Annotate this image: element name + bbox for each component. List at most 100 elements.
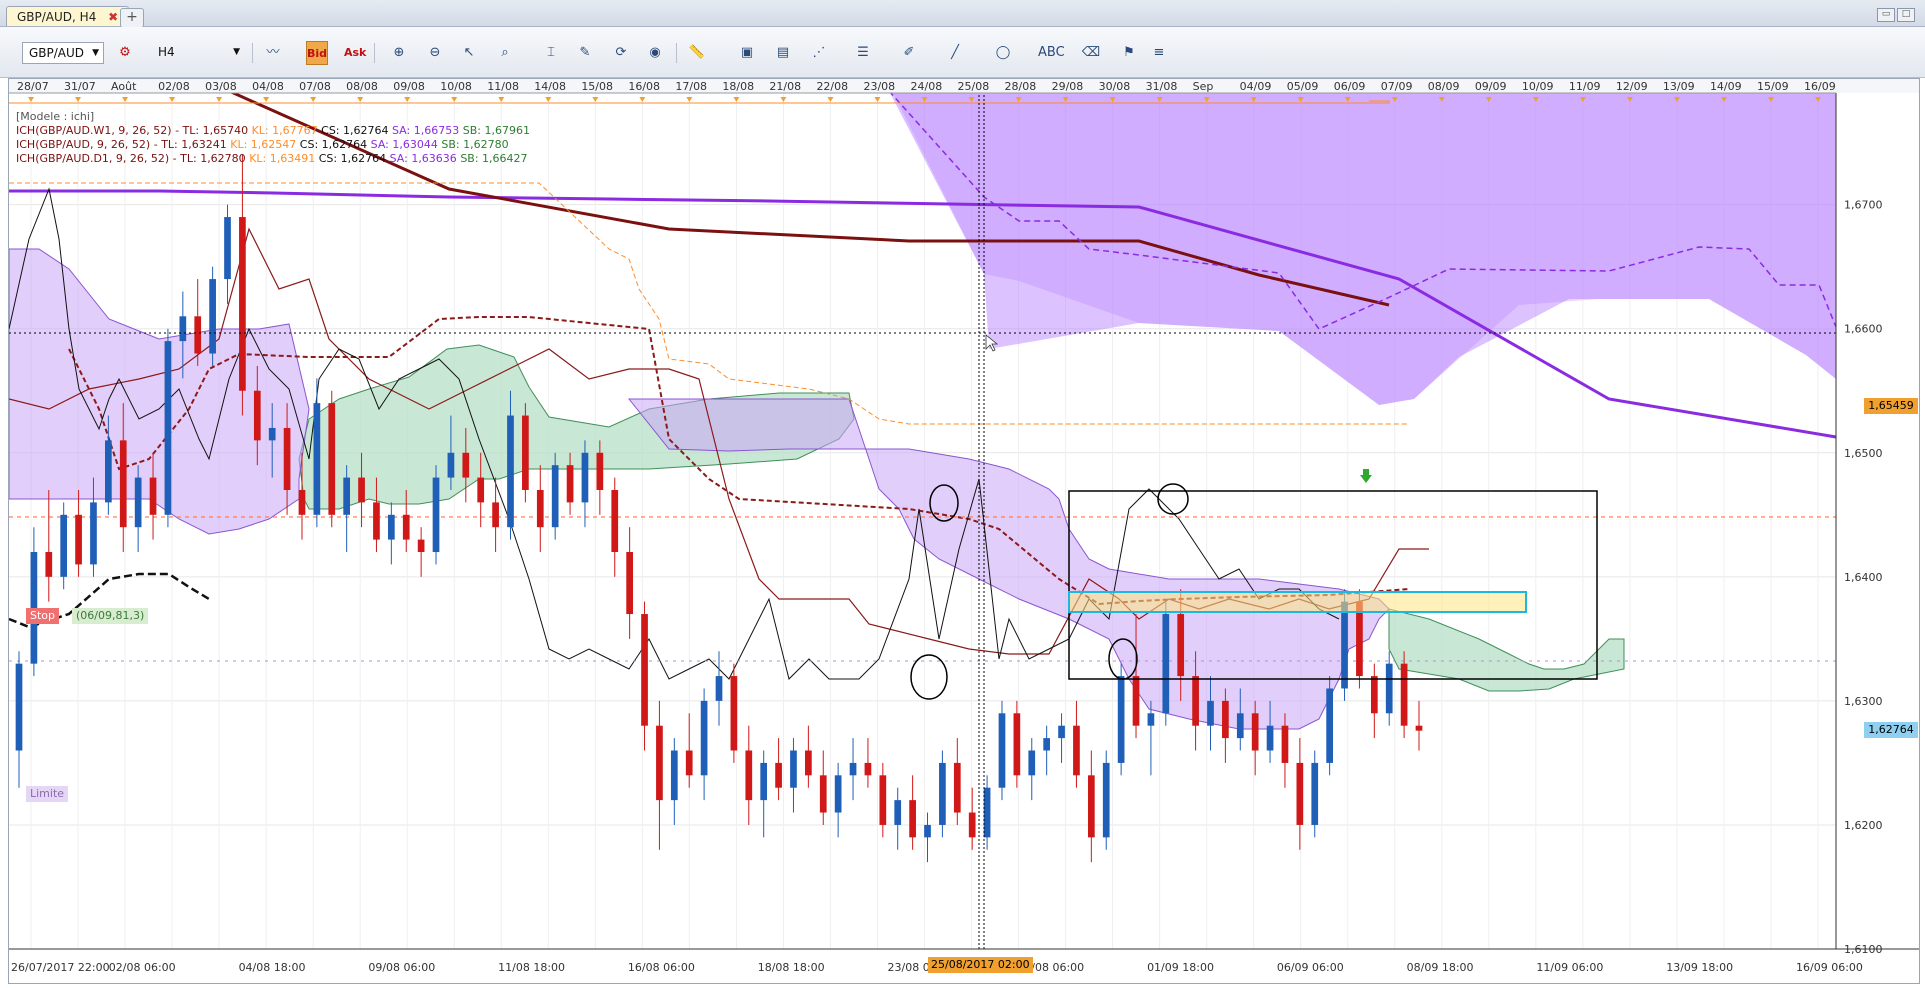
x-top-label: 09/09 [1475,80,1507,93]
x-top-label: 22/08 [816,80,848,93]
session-marker-icon [169,97,176,102]
limit-order-tag[interactable]: Limite [26,786,69,802]
legend-kl: KL: 1,67767 [251,124,318,137]
x-top-label: 11/08 [487,80,519,93]
eraser-icon[interactable]: ⌫ [1080,41,1102,65]
x-top-label: 14/08 [534,80,566,93]
close-icon[interactable]: ✖ [108,10,118,24]
legend-cs: CS: 1,62764 [318,152,387,165]
timeframe-select[interactable]: H4 ▼ [152,42,244,64]
candle-body [596,452,604,490]
candle-body [909,800,916,838]
x-bottom-label: 16/08 06:00 [628,961,695,974]
legend-sb: SB: 1,62780 [441,138,509,151]
legend-sa: SA: 1,63044 [370,138,438,151]
price-chart[interactable]: 1,6700 1,6600 1,6500 1,6400 1,6300 1,6200 1,61… [9,79,1919,983]
candle-body [939,762,946,825]
zoom-box-icon[interactable]: ⌕ [494,41,516,65]
candle [417,527,425,577]
chart-area[interactable]: 1,6700 1,6600 1,6500 1,6400 1,6300 1,6200 1,61… [8,78,1920,984]
more-icon[interactable]: ≡ [1148,41,1170,65]
symbol-value: GBP/AUD [29,46,85,60]
x-top-label: 12/09 [1616,80,1648,93]
crosshair-icon[interactable]: ⌶ [540,41,562,65]
candle-body [656,725,663,801]
new-tab-button[interactable]: + [120,8,144,28]
x-bottom-label: 26/07/2017 22:00 [11,961,110,974]
chart-type-icon[interactable]: ⚙ [114,41,136,65]
cursor-icon[interactable]: ↖ [458,41,480,65]
ruler-icon[interactable]: 📏 [686,41,708,65]
candle-body [611,489,619,553]
image-icon[interactable]: ▣ [736,41,758,65]
x-bottom-label: 18/08 18:00 [758,961,825,974]
symbol-select[interactable]: GBP/AUD ▼ [22,42,104,64]
restore-icon[interactable]: ▭ [1877,8,1895,22]
x-top-label: 05/09 [1287,80,1319,93]
price-axis-bg [1836,79,1919,983]
bid-button[interactable]: Bid [306,41,328,65]
candle [953,738,961,825]
zoom-in-icon[interactable]: ⊕ [388,41,410,65]
globe-icon[interactable]: ◉ [644,41,666,65]
candle [45,489,53,602]
session-marker-icon [686,97,693,102]
candle-body [15,663,23,751]
w1-kumo-dark [889,91,1836,405]
pencil-icon[interactable]: ✐ [898,41,920,65]
candle-body [432,477,440,553]
candle [1400,651,1408,739]
zoom-out-icon[interactable]: ⊖ [424,41,446,65]
candle [581,440,589,528]
x-top-label: 23/08 [863,80,895,93]
template-icon[interactable]: ▤ [772,41,794,65]
candle [1117,663,1125,776]
candle [1058,713,1065,763]
x-bottom-label: 13/09 18:00 [1666,961,1733,974]
candle-body [1058,725,1065,739]
candle-body [760,762,768,801]
session-marker-icon [639,97,646,102]
indicator-legend: [Modele : ichi] ICH(GBP/AUD.W1, 9, 26, 5… [16,110,530,166]
session-marker-icon [310,97,317,102]
ask-button[interactable]: Ask [344,41,366,65]
trendline-icon[interactable]: ╱ [944,41,966,65]
annotation-icon[interactable]: ✎ [574,41,596,65]
objects-icon[interactable]: ⚑ [1118,41,1140,65]
stop-order-tag[interactable]: Stop [26,608,60,624]
circle-marker[interactable] [1157,483,1189,515]
candle-body [149,477,157,515]
candle-body [75,514,82,565]
sync-icon[interactable]: ⟳ [610,41,632,65]
x-top-label: 28/07 [17,80,49,93]
candle [1311,750,1319,838]
tab-gbpaud-h4[interactable]: GBP/AUD, H4 ✖ [6,6,130,26]
fibonacci-icon[interactable]: ⋰ [808,41,830,65]
target-zone[interactable] [1068,591,1527,613]
candle-body [1147,713,1155,726]
legend-name: ICH(GBP/AUD.W1, 9, 26, 52) - [16,124,180,137]
x-top-label: 14/09 [1710,80,1742,93]
ellipse-icon[interactable]: ◯ [992,41,1014,65]
candle-body [1341,601,1348,689]
legend-row-w1: ICH(GBP/AUD.W1, 9, 26, 52) - TL: 1,65740… [16,124,530,138]
lines-icon[interactable]: ☰ [852,41,874,65]
legend-sb: SB: 1,67961 [462,124,530,137]
candle-body [1028,750,1036,776]
legend-row-d1: ICH(GBP/AUD.D1, 9, 26, 52) - TL: 1,62780… [16,152,530,166]
candle-body [1266,725,1274,751]
indicator-icon[interactable]: 〰 [262,41,284,65]
candle-body [641,614,648,726]
circle-marker[interactable] [910,654,948,700]
candle [1162,601,1170,726]
text-tool-icon[interactable]: ABC [1038,41,1065,65]
candle [15,651,23,788]
maximize-icon[interactable]: □ [1897,8,1915,22]
candle [194,279,202,366]
x-top-label: 07/09 [1381,80,1413,93]
x-top-label: 16/08 [628,80,660,93]
candle-body [715,676,723,701]
x-top-label: 31/08 [1146,80,1178,93]
candle [968,787,976,850]
candle-body [283,427,291,490]
